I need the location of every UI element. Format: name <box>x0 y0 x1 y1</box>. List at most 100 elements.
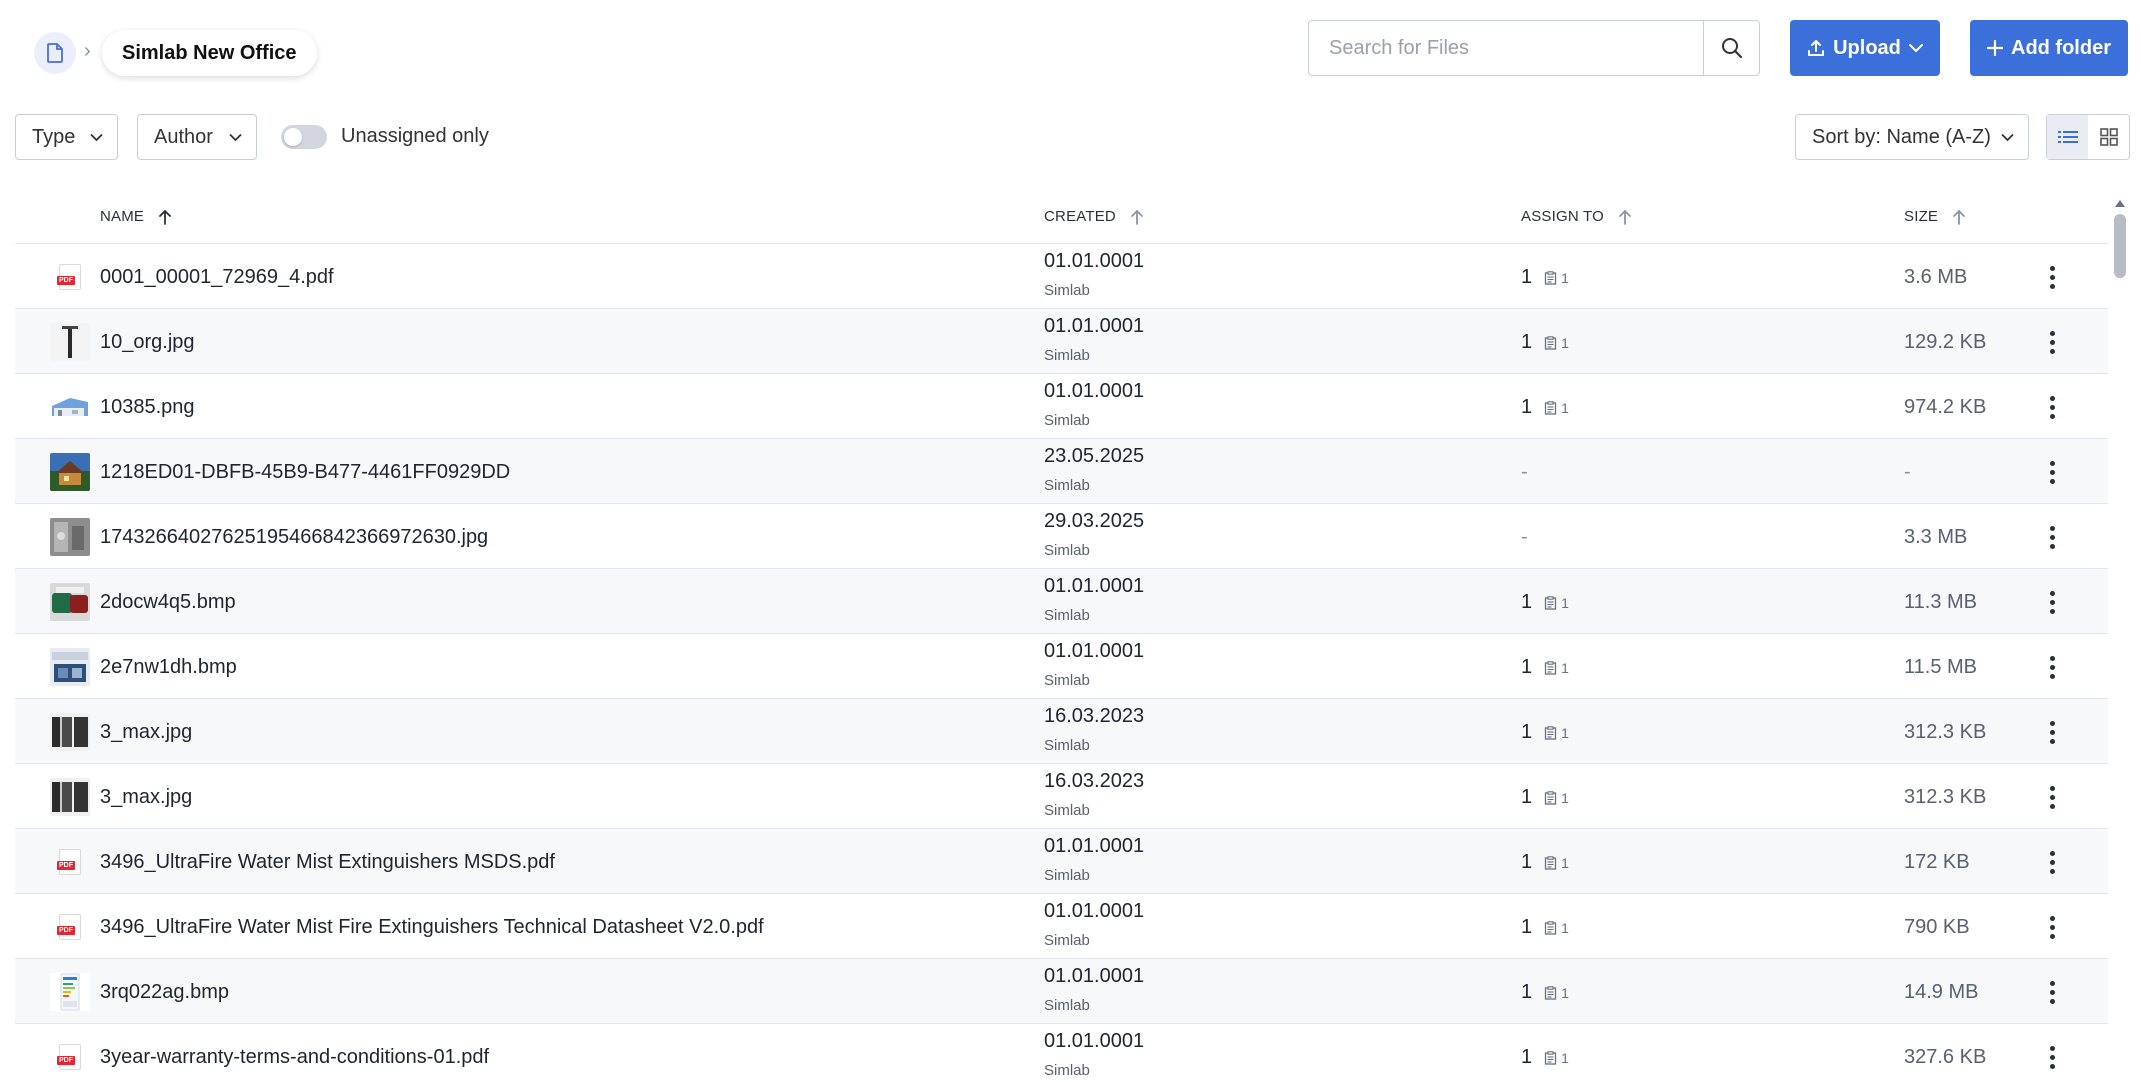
created-author: Simlab <box>1044 1062 1090 1079</box>
image-thumbnail <box>50 778 90 816</box>
more-options-icon[interactable] <box>2042 522 2062 552</box>
more-options-icon[interactable] <box>2042 457 2062 487</box>
file-name[interactable]: 10_org.jpg <box>100 331 195 354</box>
assign-sub: 1 <box>1544 725 1569 741</box>
more-options-icon[interactable] <box>2042 717 2062 747</box>
clipboard-icon <box>1544 855 1557 870</box>
more-options-icon[interactable] <box>2042 392 2062 422</box>
scrollbar-thumb[interactable] <box>2114 214 2126 278</box>
table-row[interactable]: 2e7nw1dh.bmp 01.01.0001 Simlab 1 1 11.5 MB <box>15 634 2108 699</box>
assign-to-cell[interactable]: 11 <box>1521 721 1569 744</box>
search-box <box>1308 20 1760 76</box>
more-options-icon[interactable] <box>2042 977 2062 1007</box>
file-thumbnail[interactable] <box>50 908 90 946</box>
assign-to-cell[interactable]: 11 <box>1521 266 1569 289</box>
file-thumbnail[interactable] <box>50 388 90 426</box>
file-name[interactable]: 2e7nw1dh.bmp <box>100 656 237 679</box>
file-thumbnail[interactable] <box>50 583 90 621</box>
assign-to-cell[interactable]: 11 <box>1521 331 1569 354</box>
file-thumbnail[interactable] <box>50 323 90 361</box>
file-name[interactable]: 3_max.jpg <box>100 721 192 744</box>
file-name[interactable]: 0001_00001_72969_4.pdf <box>100 266 334 289</box>
more-options-icon[interactable] <box>2042 262 2062 292</box>
file-size: 14.9 MB <box>1904 981 1979 1003</box>
assign-to-cell[interactable]: 11 <box>1521 851 1569 874</box>
assign-to-cell[interactable]: 11 <box>1521 396 1569 419</box>
clipboard-icon <box>1544 335 1557 350</box>
table-row[interactable]: 3rq022ag.bmp 01.01.0001 Simlab 1 1 14.9 MB <box>15 959 2108 1024</box>
author-filter-label: Author <box>154 125 213 148</box>
file-thumbnail[interactable] <box>50 713 90 751</box>
table-row[interactable]: 0001_00001_72969_4.pdf01.01.0001Simlab11… <box>15 244 2108 309</box>
assign-to-cell[interactable]: 11 <box>1521 591 1569 614</box>
pdf-file-icon <box>57 1044 81 1070</box>
more-options-icon[interactable] <box>2042 652 2062 682</box>
image-thumbnail <box>50 453 90 491</box>
table-row[interactable]: 3_max.jpg 16.03.2023 Simlab 1 1 312.3 KB <box>15 699 2108 764</box>
assign-sub-count: 1 <box>1561 984 1569 1001</box>
breadcrumb-home[interactable] <box>34 32 76 74</box>
file-thumbnail[interactable] <box>50 973 90 1011</box>
file-name[interactable]: 3496_UltraFire Water Mist Extinguishers … <box>100 851 555 874</box>
vertical-scrollbar[interactable] <box>2113 200 2127 1082</box>
breadcrumb-current[interactable]: Simlab New Office <box>102 30 317 76</box>
assign-sub-count: 1 <box>1561 594 1569 611</box>
more-options-icon[interactable] <box>2042 587 2062 617</box>
more-options-icon[interactable] <box>2042 912 2062 942</box>
more-options-icon[interactable] <box>2042 847 2062 877</box>
table-row[interactable]: 10_org.jpg 01.01.0001 Simlab 1 1 129.2 KB <box>15 309 2108 374</box>
table-row[interactable]: 3496_UltraFire Water Mist Extinguishers … <box>15 829 2108 894</box>
column-header-size[interactable]: SIZE <box>1904 208 1966 225</box>
table-row[interactable]: 3year-warranty-terms-and-conditions-01.p… <box>15 1024 2108 1082</box>
assign-to-cell[interactable]: 11 <box>1521 916 1569 939</box>
more-options-icon[interactable] <box>2042 1042 2062 1072</box>
created-author: Simlab <box>1044 347 1090 364</box>
assign-count: 1 <box>1521 656 1533 678</box>
assign-to-cell[interactable]: 11 <box>1521 656 1569 679</box>
column-header-assign-to[interactable]: ASSIGN TO <box>1521 208 1632 225</box>
table-row[interactable]: 1743266402762519546684236697​2630.jpg 29.… <box>15 504 2108 569</box>
file-name[interactable]: 3496_UltraFire Water Mist Fire Extinguis… <box>100 916 764 939</box>
assign-sub-count: 1 <box>1561 334 1569 351</box>
search-button[interactable] <box>1703 21 1759 75</box>
file-name[interactable]: 3rq022ag.bmp <box>100 981 229 1004</box>
column-header-created[interactable]: CREATED <box>1044 208 1144 225</box>
search-input[interactable] <box>1309 21 1703 75</box>
file-thumbnail[interactable] <box>50 1038 90 1076</box>
file-thumbnail[interactable] <box>50 843 90 881</box>
file-name[interactable]: 3_max.jpg <box>100 786 192 809</box>
file-thumbnail[interactable] <box>50 453 90 491</box>
file-name[interactable]: 10385.png <box>100 396 195 419</box>
more-options-icon[interactable] <box>2042 327 2062 357</box>
table-row[interactable]: 2docw4q5.bmp 01.01.0001 Simlab 1 1 11.3 MB <box>15 569 2108 634</box>
table-row[interactable]: 1218ED01-DBFB-45B9-B477-4461FF0929DD 23.0… <box>15 439 2108 504</box>
file-thumbnail[interactable] <box>50 778 90 816</box>
file-thumbnail[interactable] <box>50 648 90 686</box>
file-name[interactable]: 3year-warranty-terms-and-conditions-01.p… <box>100 1046 489 1069</box>
file-thumbnail[interactable] <box>50 258 90 296</box>
add-folder-button[interactable]: Add folder <box>1970 20 2128 76</box>
sort-dropdown[interactable]: Sort by: Name (A-Z) <box>1795 114 2029 160</box>
column-header-name[interactable]: NAME <box>100 208 172 225</box>
list-view-button[interactable] <box>2047 115 2088 159</box>
file-name[interactable]: 1218ED01-DBFB-45B9-B477-4461FF0929DD <box>100 461 510 484</box>
table-row[interactable]: 3496_UltraFire Water Mist Fire Extinguis… <box>15 894 2108 959</box>
scroll-up-arrow-icon[interactable] <box>2115 200 2125 207</box>
assign-to-cell[interactable]: 11 <box>1521 1046 1569 1069</box>
table-row[interactable]: 3_max.jpg 16.03.2023 Simlab 1 1 312.3 KB <box>15 764 2108 829</box>
file-thumbnail[interactable] <box>50 518 90 556</box>
assign-to-cell[interactable]: 11 <box>1521 981 1569 1004</box>
more-options-icon[interactable] <box>2042 782 2062 812</box>
assign-sub: 1 <box>1544 595 1569 611</box>
grid-view-button[interactable] <box>2088 115 2129 159</box>
table-row[interactable]: 10385.png 01.01.0001 Simlab 1 1 974.2 KB <box>15 374 2108 439</box>
upload-button[interactable]: Upload <box>1790 20 1940 76</box>
author-filter-dropdown[interactable]: Author <box>137 114 257 160</box>
assign-to-cell[interactable]: 11 <box>1521 786 1569 809</box>
file-name[interactable]: 2docw4q5.bmp <box>100 591 236 614</box>
file-size: 172 KB <box>1904 851 1970 873</box>
type-filter-dropdown[interactable]: Type <box>15 114 118 160</box>
upload-label: Upload <box>1833 36 1901 59</box>
unassigned-only-toggle[interactable] <box>281 125 327 149</box>
file-name[interactable]: 1743266402762519546684236697​2630.jpg <box>100 526 488 549</box>
